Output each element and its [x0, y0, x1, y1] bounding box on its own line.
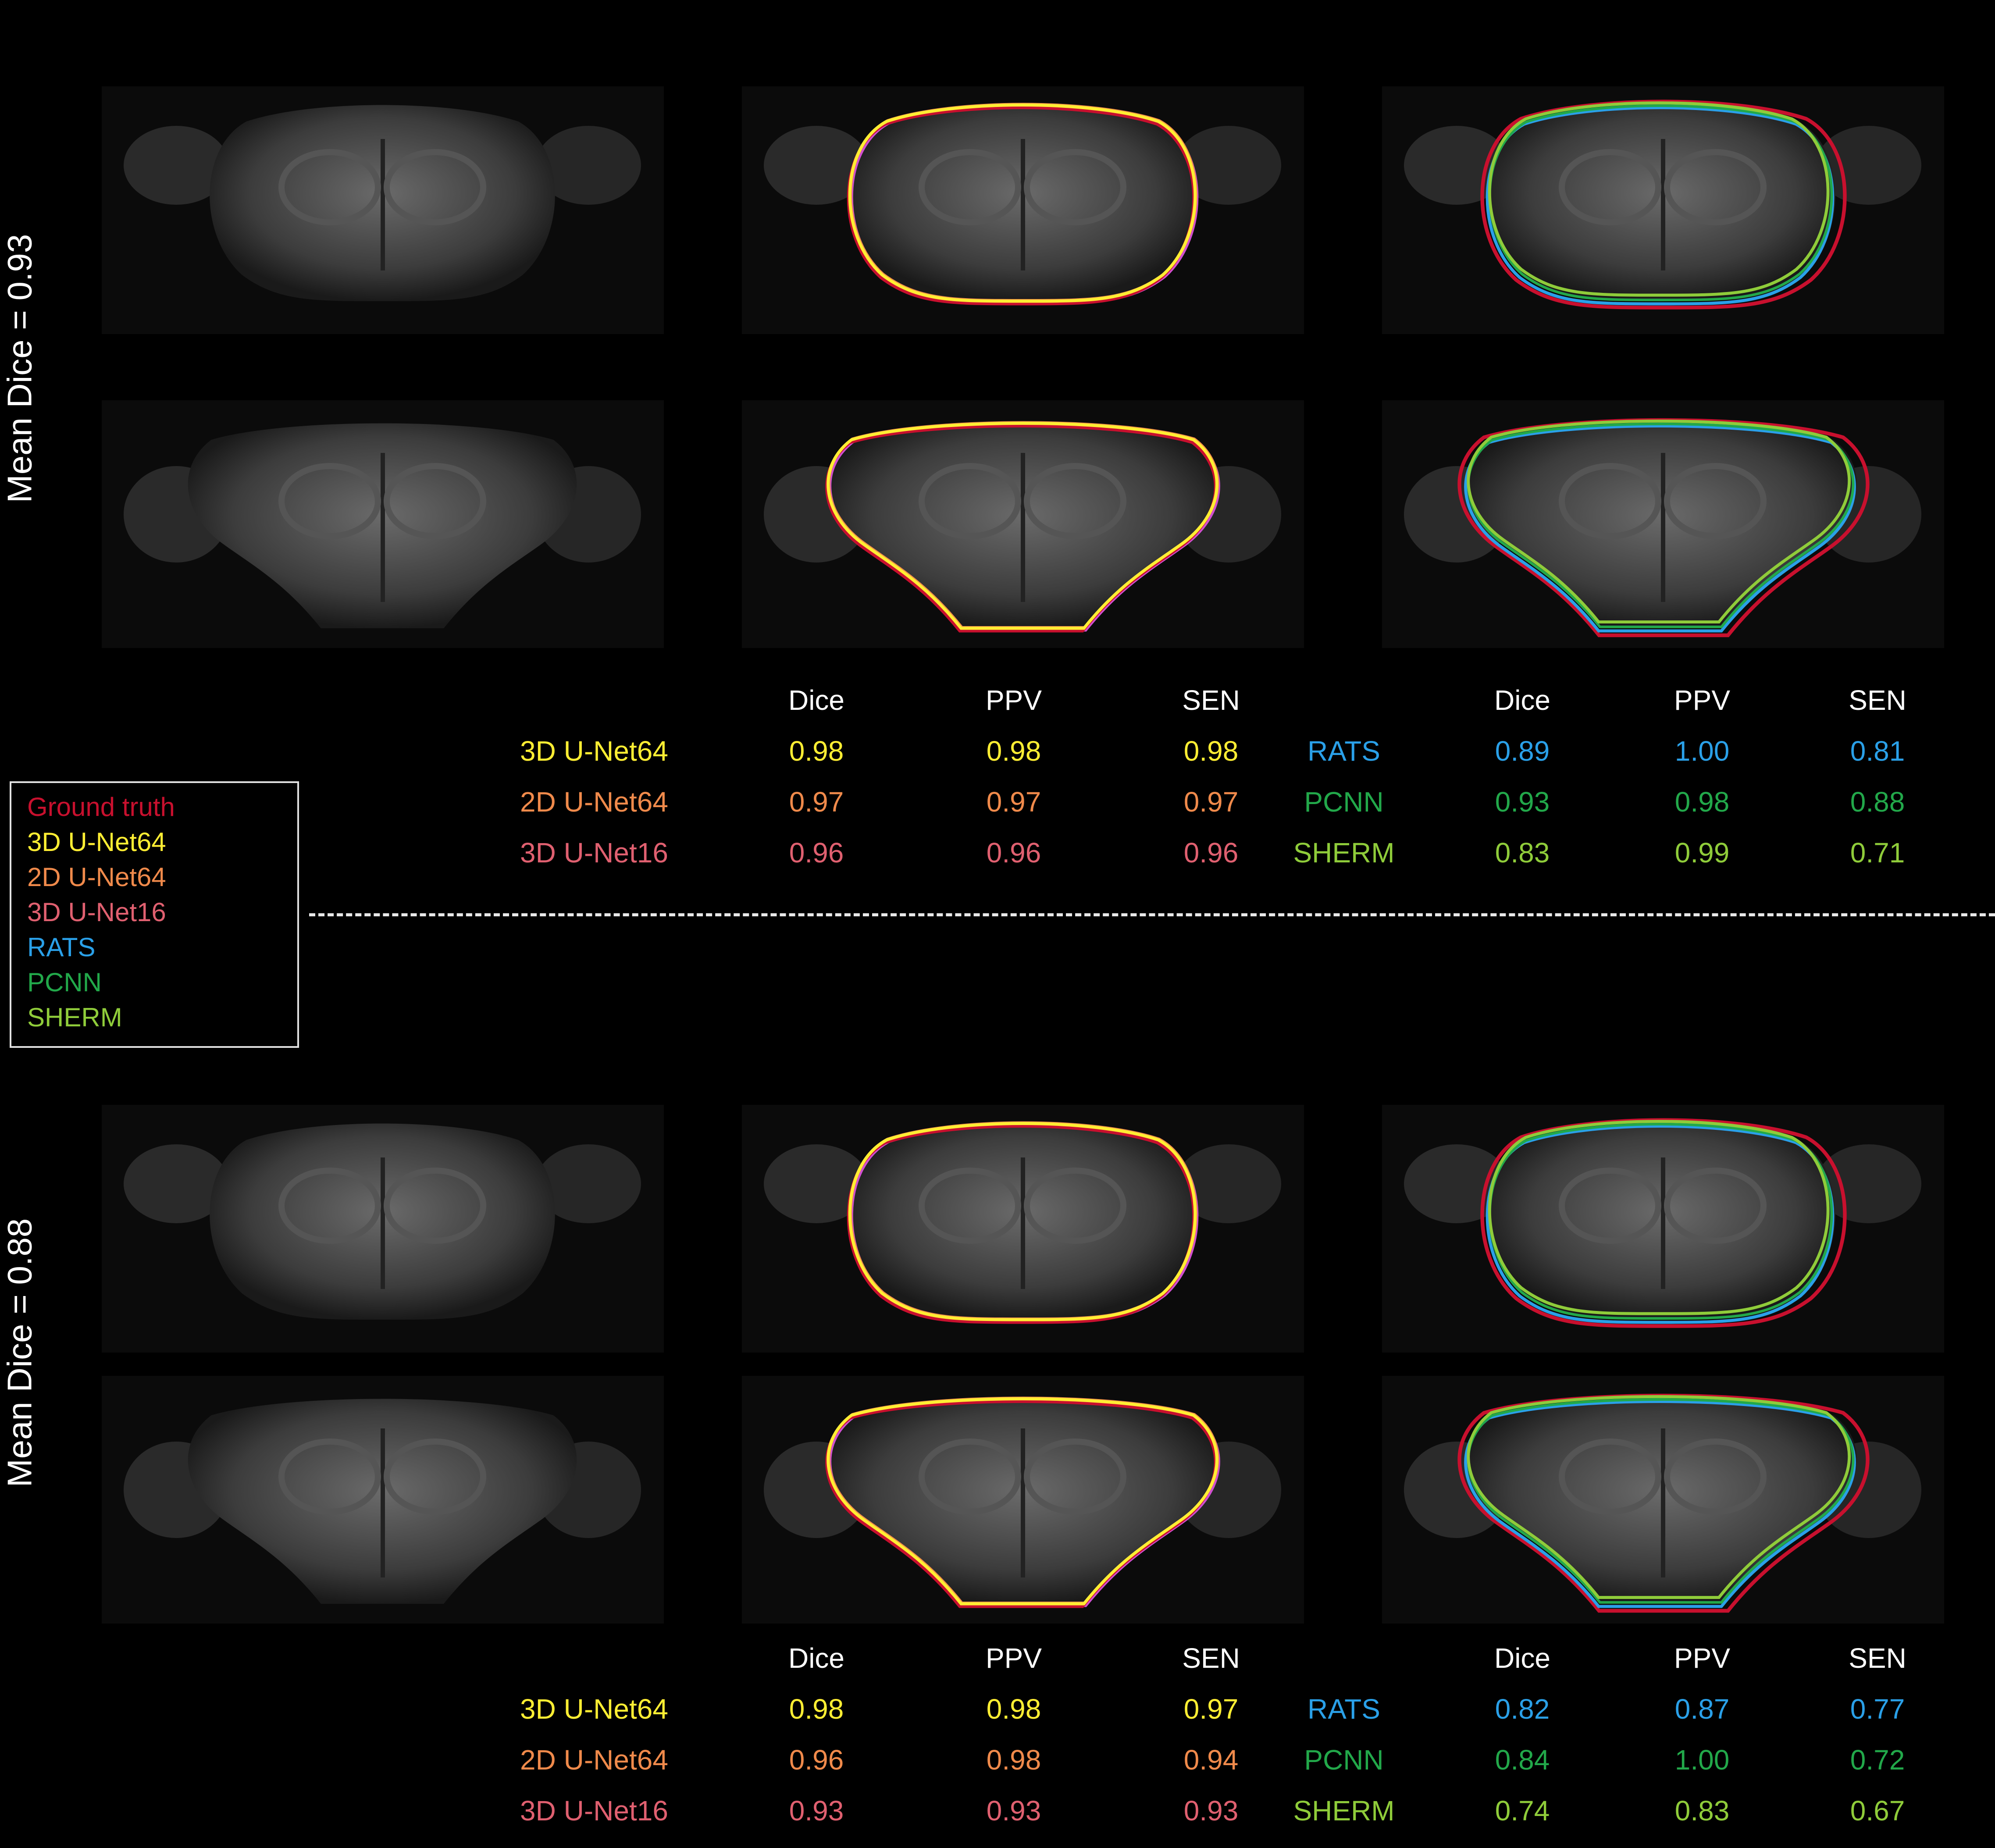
- dashed-divider: [309, 913, 1995, 916]
- metric-value: 1.00: [1674, 1744, 1730, 1776]
- metric-value: 0.98: [789, 1693, 844, 1725]
- legend-item-3d-unet64: 3D U-Net64: [27, 827, 166, 857]
- mri-panel-r2-c2: [742, 400, 1304, 648]
- metric-value: 0.94: [1183, 1744, 1239, 1776]
- metric-value: 0.71: [1850, 837, 1905, 869]
- metric-value: 0.98: [789, 735, 844, 767]
- metric-value: 0.93: [986, 1795, 1041, 1827]
- legend-item-2d-unet64: 2D U-Net64: [27, 862, 166, 892]
- metric-value: 0.97: [1183, 786, 1239, 818]
- metric-value: 0.93: [1495, 786, 1550, 818]
- legend-item-pcnn: PCNN: [27, 968, 102, 997]
- table-header-ppv: PPV: [1674, 1642, 1731, 1674]
- method-label: 3D U-Net16: [520, 1795, 668, 1827]
- row-label-top: Mean Dice = 0.93: [0, 234, 39, 503]
- mri-panel-r2-c1: [102, 400, 664, 648]
- table-header-sen: SEN: [1182, 1642, 1240, 1674]
- mri-panel-r1-c2: [742, 86, 1304, 334]
- mri-panel-r3-c1: [102, 1105, 664, 1353]
- metric-value: 0.83: [1495, 837, 1550, 869]
- metric-value: 0.77: [1850, 1693, 1905, 1725]
- method-label: 2D U-Net64: [520, 786, 668, 818]
- mri-panel-r1-c3: [1382, 86, 1944, 334]
- method-label: PCNN: [1304, 786, 1384, 818]
- metric-value: 0.93: [789, 1795, 844, 1827]
- metric-value: 0.96: [789, 837, 844, 869]
- metric-value: 1.00: [1674, 735, 1730, 767]
- metric-value: 0.98: [986, 1744, 1041, 1776]
- metric-value: 0.74: [1495, 1795, 1550, 1827]
- legend-item-sherm: SHERM: [27, 1003, 122, 1032]
- metric-value: 0.96: [789, 1744, 844, 1776]
- metric-value: 0.81: [1850, 735, 1905, 767]
- table-header-dice: Dice: [1494, 1642, 1551, 1674]
- table-header-ppv: PPV: [985, 1642, 1042, 1674]
- mri-panel-r4-c3: [1382, 1376, 1944, 1624]
- method-label: RATS: [1307, 1693, 1380, 1725]
- table-header-ppv: PPV: [1674, 684, 1731, 716]
- method-label: SHERM: [1293, 1795, 1395, 1827]
- table-header-ppv: PPV: [985, 684, 1042, 716]
- metric-value: 0.88: [1850, 786, 1905, 818]
- table-header-sen: SEN: [1182, 684, 1240, 716]
- metric-value: 0.98: [1183, 735, 1239, 767]
- legend-box: Ground truth 3D U-Net64 2D U-Net64 3D U-…: [10, 781, 299, 1048]
- method-label: SHERM: [1293, 837, 1395, 869]
- mri-panel-r4-c2: [742, 1376, 1304, 1624]
- method-label: 3D U-Net64: [520, 735, 668, 767]
- legend-item-3d-unet16: 3D U-Net16: [27, 897, 166, 927]
- table-header-sen: SEN: [1849, 684, 1906, 716]
- mri-panel-r4-c1: [102, 1376, 664, 1624]
- metric-value: 0.67: [1850, 1795, 1905, 1827]
- table-header-dice: Dice: [788, 684, 845, 716]
- metric-value: 0.98: [986, 1693, 1041, 1725]
- metric-value: 0.84: [1495, 1744, 1550, 1776]
- metric-value: 0.96: [1183, 837, 1239, 869]
- metric-value: 0.83: [1674, 1795, 1730, 1827]
- method-label: RATS: [1307, 735, 1380, 767]
- table-header-sen: SEN: [1849, 1642, 1906, 1674]
- metric-value: 0.72: [1850, 1744, 1905, 1776]
- metric-value: 0.99: [1674, 837, 1730, 869]
- row-label-bottom: Mean Dice = 0.88: [0, 1218, 39, 1488]
- legend-item-rats: RATS: [27, 933, 96, 962]
- method-label: 3D U-Net16: [520, 837, 668, 869]
- metric-value: 0.89: [1495, 735, 1550, 767]
- mri-panel-r1-c1: [102, 86, 664, 334]
- metric-value: 0.96: [986, 837, 1041, 869]
- metric-value: 0.97: [1183, 1693, 1239, 1725]
- table-header-dice: Dice: [1494, 684, 1551, 716]
- method-label: PCNN: [1304, 1744, 1384, 1776]
- mri-panel-r2-c3: [1382, 400, 1944, 648]
- table-header-dice: Dice: [788, 1642, 845, 1674]
- metric-value: 0.87: [1674, 1693, 1730, 1725]
- method-label: 3D U-Net64: [520, 1693, 668, 1725]
- metric-value: 0.97: [986, 786, 1041, 818]
- metric-value: 0.93: [1183, 1795, 1239, 1827]
- legend-item-ground-truth: Ground truth: [27, 792, 175, 822]
- metric-value: 0.98: [1674, 786, 1730, 818]
- method-label: 2D U-Net64: [520, 1744, 668, 1776]
- mri-panel-r3-c3: [1382, 1105, 1944, 1353]
- metric-value: 0.82: [1495, 1693, 1550, 1725]
- metric-value: 0.97: [789, 786, 844, 818]
- mri-panel-r3-c2: [742, 1105, 1304, 1353]
- metric-value: 0.98: [986, 735, 1041, 767]
